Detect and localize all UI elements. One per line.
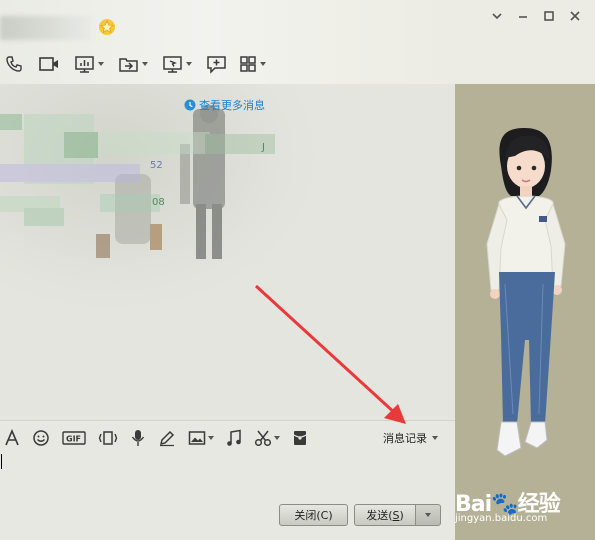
screen-chart-icon <box>75 56 94 73</box>
phone-icon <box>6 56 22 72</box>
create-group-button[interactable] <box>206 52 228 76</box>
font-icon <box>5 429 19 446</box>
smiley-icon <box>33 430 49 446</box>
chevron-down-icon <box>142 62 148 66</box>
send-button[interactable]: 发送(S) <box>354 504 416 526</box>
pencil-icon <box>159 430 175 447</box>
microphone-icon <box>131 430 145 446</box>
chat-background-photo: 52 08 J <box>0 84 320 324</box>
remote-assist-button[interactable] <box>74 52 104 76</box>
message-area[interactable]: 52 08 J 查看更多消息 <box>0 84 455 420</box>
send-label-suffix: ) <box>399 509 404 522</box>
send-options-button[interactable] <box>415 504 441 526</box>
msg-fragment-2: 08 <box>152 197 165 208</box>
apps-button[interactable] <box>238 52 266 76</box>
screen-share-icon <box>163 56 182 73</box>
send-file-button[interactable] <box>118 52 148 76</box>
grid-apps-icon <box>240 56 256 72</box>
message-record-button[interactable]: 消息记录 <box>383 430 438 446</box>
chevron-down-icon <box>492 13 502 20</box>
msg-fragment-1: 52 <box>150 160 163 171</box>
input-tools: GIF <box>4 426 308 450</box>
shake-button[interactable] <box>98 426 118 450</box>
shake-window-icon <box>98 431 118 445</box>
window-controls <box>489 8 583 24</box>
maximize-button[interactable] <box>541 8 557 24</box>
image-icon <box>188 431 206 445</box>
close-window-button[interactable] <box>567 8 583 24</box>
voice-call-button[interactable] <box>4 52 24 76</box>
chevron-down-icon <box>186 62 192 66</box>
watermark-url: jingyan.baidu.com <box>455 513 548 524</box>
chevron-down-icon <box>274 436 280 440</box>
red-packet-icon <box>293 431 307 445</box>
avatar-figure <box>486 128 566 457</box>
minimize-icon <box>519 16 527 18</box>
vip-star-icon <box>99 19 115 35</box>
message-input[interactable]: 关闭(C) 发送(S) <box>0 454 455 540</box>
image-button[interactable] <box>188 426 214 450</box>
voice-message-button[interactable] <box>130 426 146 450</box>
share-screen-button[interactable] <box>162 52 192 76</box>
maximize-icon <box>544 11 554 21</box>
chat-window: 52 08 J 查看更多消息 GIF 消息记录 关闭(C) 发送(S) Bai🐾… <box>0 0 595 540</box>
chevron-down-icon <box>98 62 104 66</box>
view-more-messages-link[interactable]: 查看更多消息 <box>184 97 265 113</box>
msg-fragment-3: J <box>261 142 265 153</box>
doodle-button[interactable] <box>158 426 176 450</box>
chevron-down-icon <box>432 436 438 440</box>
avatar-show-panel <box>455 84 595 540</box>
folder-transfer-icon <box>119 58 138 72</box>
baidu-jingyan-watermark: Bai🐾经验 jingyan.baidu.com <box>455 480 595 540</box>
send-label-prefix: 发送( <box>366 509 393 522</box>
input-toolbar: GIF 消息记录 <box>0 420 455 455</box>
chat-plus-icon <box>207 56 226 74</box>
send-button-label: 发送(S) <box>366 507 404 523</box>
close-icon <box>570 11 580 21</box>
message-record-label: 消息记录 <box>383 432 427 445</box>
contact-name-blurred <box>0 16 92 40</box>
music-button[interactable] <box>226 426 242 450</box>
video-camera-icon <box>39 57 58 71</box>
chat-header <box>0 0 455 84</box>
settings-button[interactable] <box>489 8 505 24</box>
view-more-messages-label: 查看更多消息 <box>199 99 265 112</box>
red-packet-button[interactable] <box>292 426 308 450</box>
font-button[interactable] <box>4 426 20 450</box>
text-cursor <box>1 454 2 469</box>
chevron-down-icon <box>208 436 214 440</box>
chevron-down-icon <box>425 513 431 517</box>
close-button[interactable]: 关闭(C) <box>279 504 348 526</box>
close-button-label: 关闭(C) <box>294 509 333 522</box>
emoji-button[interactable] <box>32 426 50 450</box>
screenshot-button[interactable] <box>254 426 280 450</box>
gif-button[interactable]: GIF <box>62 426 86 450</box>
video-call-button[interactable] <box>38 52 60 76</box>
clock-icon <box>184 99 196 111</box>
chevron-down-icon <box>260 62 266 66</box>
top-toolbar <box>0 52 266 76</box>
minimize-button[interactable] <box>515 8 531 24</box>
gif-icon: GIF <box>62 431 86 445</box>
scissors-icon <box>254 430 272 447</box>
title-bar-right <box>455 0 595 84</box>
music-note-icon <box>227 429 241 446</box>
svg-text:GIF: GIF <box>66 435 81 444</box>
